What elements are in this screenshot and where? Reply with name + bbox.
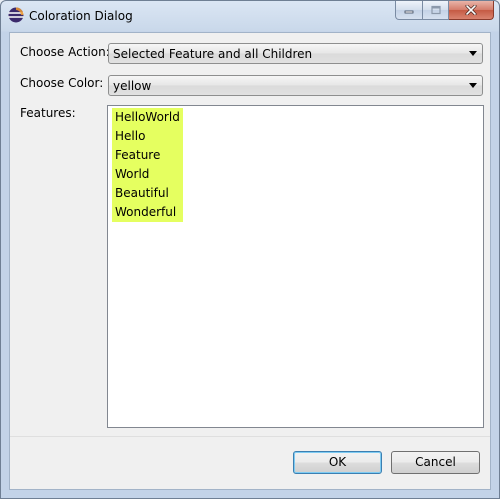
dialog-window: Coloration Dialog Choose Action: Selecte…	[0, 0, 500, 499]
feature-item[interactable]: Hello	[112, 127, 183, 146]
window-title: Coloration Dialog	[29, 9, 133, 23]
feature-item[interactable]: HelloWorld	[112, 108, 183, 127]
caption-buttons	[395, 1, 494, 21]
minimize-button[interactable]	[395, 1, 423, 20]
cancel-button[interactable]: Cancel	[391, 451, 480, 474]
minimize-icon	[404, 10, 414, 14]
eclipse-icon	[8, 7, 24, 23]
maximize-icon	[430, 5, 441, 15]
feature-list: HelloWorld Hello Feature World Beautiful…	[112, 108, 183, 222]
chevron-down-icon	[469, 51, 477, 56]
ok-button[interactable]: OK	[293, 451, 382, 474]
close-button[interactable]	[449, 1, 494, 20]
button-bar: OK Cancel	[10, 436, 490, 489]
choose-color-combo[interactable]: yellow	[108, 75, 483, 96]
dialog-body: Choose Action: Selected Feature and all …	[9, 32, 491, 490]
maximize-button[interactable]	[423, 1, 449, 20]
choose-action-value: Selected Feature and all Children	[113, 47, 313, 61]
feature-item[interactable]: Wonderful	[112, 203, 183, 222]
choose-action-combo[interactable]: Selected Feature and all Children	[108, 43, 483, 64]
features-label: Features:	[20, 106, 76, 120]
chevron-down-icon	[469, 83, 477, 88]
close-icon	[465, 5, 477, 15]
feature-item[interactable]: Beautiful	[112, 184, 183, 203]
choose-color-label: Choose Color:	[20, 76, 104, 90]
feature-item[interactable]: World	[112, 165, 183, 184]
features-tree[interactable]: HelloWorld Hello Feature World Beautiful…	[107, 105, 484, 428]
choose-color-value: yellow	[113, 79, 152, 93]
feature-item[interactable]: Feature	[112, 146, 183, 165]
choose-action-label: Choose Action:	[20, 45, 110, 59]
title-bar[interactable]: Coloration Dialog	[1, 1, 499, 32]
